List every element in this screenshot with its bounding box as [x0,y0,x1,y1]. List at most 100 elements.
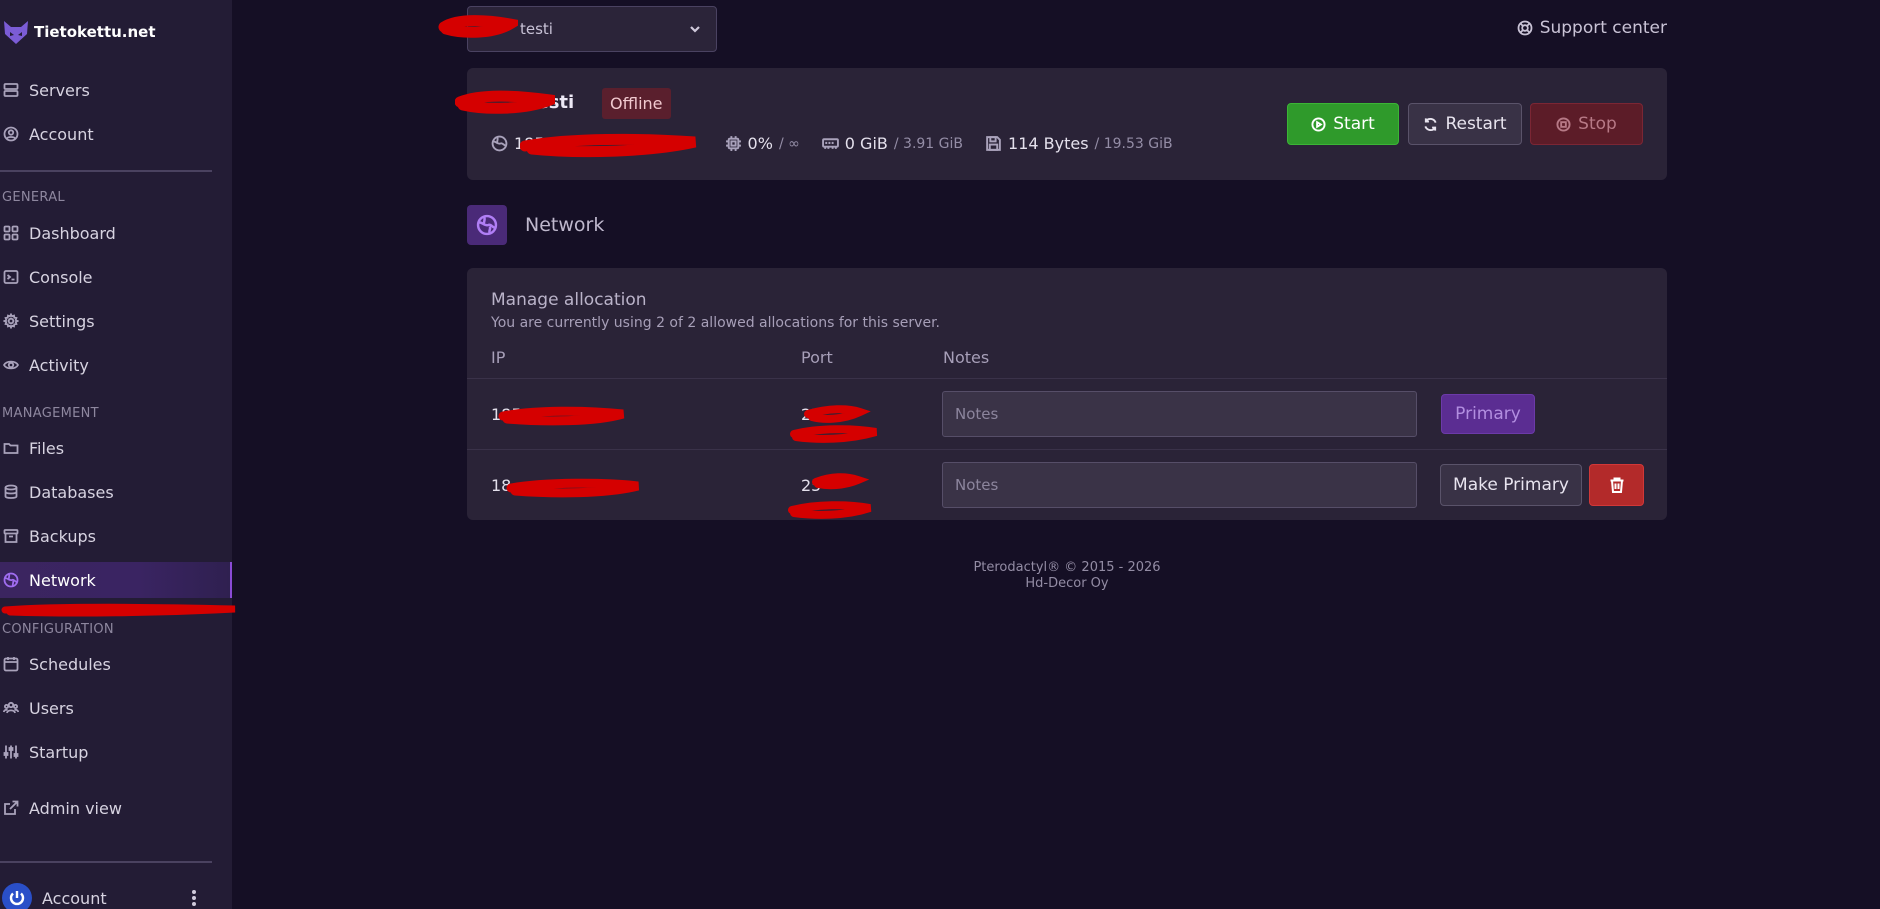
sidebar-divider [0,861,212,863]
server-stats: 185 0% / ∞ 0 GiB / 3.91 GiB 114 Bytes / … [491,134,1195,153]
sidebar-item-label: Console [29,267,93,287]
stop-label: Stop [1578,114,1617,134]
allocation-ip: 185 [491,405,522,424]
sidebar-item-backups[interactable]: Backups [0,518,232,554]
disk-value: 114 Bytes [1008,134,1089,153]
globe-icon [476,214,498,236]
server-status-card: kesti Offline 185 0% / ∞ 0 GiB / 3.91 Gi… [467,68,1667,180]
column-header-port: Port [801,348,833,367]
brand-name: Tietokettu.net [34,23,156,41]
chevron-down-icon [690,26,700,33]
restart-label: Restart [1445,114,1507,134]
make-primary-button[interactable]: Make Primary [1440,464,1582,506]
sliders-icon [3,745,19,759]
section-general: GENERAL [2,190,65,205]
sidebar-item-network[interactable]: Network [0,562,232,598]
account-label: Account [42,888,107,908]
notes-input[interactable] [942,462,1417,508]
restart-button[interactable]: Restart [1408,103,1522,145]
sidebar-item-label: Admin view [29,798,122,818]
sidebar-item-label: Activity [29,355,89,375]
stop-button[interactable]: Stop [1530,103,1643,145]
support-center-link[interactable]: Support center [1517,18,1667,38]
user-circle-icon [3,126,19,142]
sidebar-item-startup[interactable]: Startup [0,734,232,770]
users-icon [3,701,19,714]
stat-cpu: 0% / ∞ [725,134,800,153]
terminal-icon [3,270,19,284]
memory-value: 0 GiB [844,134,888,153]
sidebar-item-label: Users [29,698,74,718]
notes-input[interactable] [942,391,1417,437]
sidebar-item-settings[interactable]: Settings [0,303,232,339]
sidebar-item-label: Network [29,570,96,590]
cpu-limit: / ∞ [778,135,800,152]
sidebar-item-label: Databases [29,482,114,502]
server-selector-value: testi [520,20,553,38]
section-management: MANAGEMENT [2,406,99,421]
allocation-subtitle: You are currently using 2 of 2 allowed a… [491,315,940,331]
lifebuoy-icon [1517,20,1533,36]
sidebar-item-label: Files [29,438,65,458]
sidebar-item-users[interactable]: Users [0,690,232,726]
floppy-disk-icon [986,136,1001,151]
grid-icon [3,225,19,241]
external-link-icon [4,800,19,815]
primary-badge: Primary [1441,394,1535,434]
cpu-value: 0% [747,134,773,153]
stop-circle-icon [1556,116,1571,132]
globe-icon [3,572,19,588]
allocations-card: Manage allocation You are currently usin… [467,268,1667,520]
stat-ip: 185 [491,134,545,153]
sidebar-item-schedules[interactable]: Schedules [0,646,232,682]
sidebar-item-label: Servers [29,80,90,100]
sidebar-item-console[interactable]: Console [0,259,232,295]
sidebar-item-servers[interactable]: Servers [0,72,232,108]
database-icon [4,484,18,499]
status-badge: Offline [602,88,671,119]
server-name: kesti [525,92,575,113]
sidebar-item-databases[interactable]: Databases [0,474,232,510]
support-center-label: Support center [1539,18,1667,38]
sidebar: Tietokettu.net Servers Account GENERAL D… [0,0,236,909]
allocation-port: 25 [801,476,822,495]
stat-disk: 114 Bytes / 19.53 GiB [985,134,1173,153]
kebab-menu-icon[interactable] [186,888,202,908]
disk-limit: / 19.53 GiB [1094,135,1173,152]
sidebar-item-label: Dashboard [29,223,116,243]
sidebar-divider [0,170,212,172]
globe-icon [491,135,508,152]
sidebar-account[interactable]: Account [0,883,232,909]
table-row: 18 25 Make Primary [467,449,1667,520]
delete-allocation-button[interactable] [1589,464,1644,506]
memory-icon [821,138,839,149]
allocation-ip: 18 [491,476,512,495]
table-row: 185 25 Primary [467,378,1667,449]
sidebar-item-account[interactable]: Account [0,116,232,152]
sidebar-item-label: Startup [29,742,89,762]
sidebar-item-dashboard[interactable]: Dashboard [0,215,232,251]
sidebar-item-label: Schedules [29,654,111,674]
redaction-mark [1,603,236,617]
sidebar-item-files[interactable]: Files [0,430,232,466]
stat-memory: 0 GiB / 3.91 GiB [821,134,964,153]
allocation-title: Manage allocation [491,290,647,310]
server-selector[interactable]: testi [467,6,717,52]
footer-company: Hd-Decor Oy [1025,576,1109,591]
admin-view-link[interactable]: Admin view [0,790,232,826]
folder-icon [3,443,19,454]
archive-icon [3,529,19,543]
footer-copyright: Pterodactyl® © 2015 - 2026 [973,560,1161,575]
column-header-notes: Notes [943,348,990,367]
server-icon [3,83,19,97]
brand-logo[interactable]: Tietokettu.net [2,18,156,46]
page-title-text: Network [525,214,605,236]
eye-icon [3,360,19,370]
power-icon [9,891,25,906]
memory-limit: / 3.91 GiB [893,135,964,152]
sidebar-item-activity[interactable]: Activity [0,347,232,383]
trash-icon [1610,477,1623,493]
section-configuration: CONFIGURATION [2,622,114,637]
start-button[interactable]: Start [1287,103,1399,145]
sidebar-item-label: Account [29,124,94,144]
